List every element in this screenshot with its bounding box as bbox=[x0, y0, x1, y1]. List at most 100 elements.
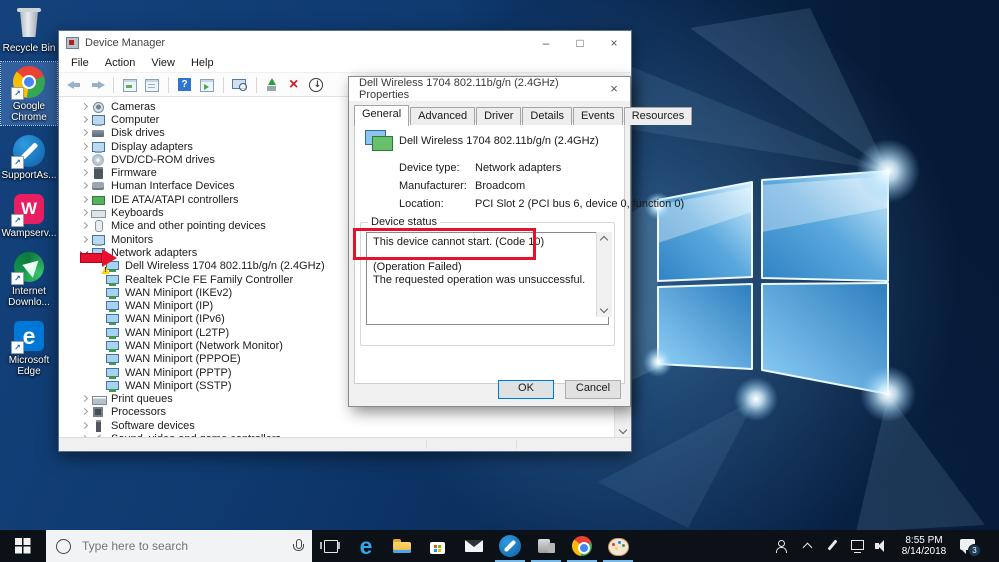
desktop-icon-google-chrome[interactable]: Google Chrome bbox=[0, 61, 58, 126]
start-button[interactable] bbox=[0, 530, 46, 562]
idm-icon bbox=[11, 250, 46, 285]
desktop-icon-wampserver[interactable]: Wampserv... bbox=[1, 189, 57, 241]
camera-icon bbox=[91, 101, 106, 113]
maximize-icon[interactable]: □ bbox=[563, 32, 597, 54]
search-input[interactable] bbox=[80, 538, 284, 554]
menu-action[interactable]: Action bbox=[97, 57, 144, 69]
tab-driver[interactable]: Driver bbox=[476, 107, 522, 125]
desktop-icon-idm[interactable]: Internet Downlo... bbox=[1, 247, 57, 310]
chevron-right-icon[interactable] bbox=[79, 101, 91, 113]
scan-hardware-icon[interactable] bbox=[230, 76, 250, 94]
chevron-right-icon[interactable] bbox=[79, 393, 91, 405]
pen-icon[interactable] bbox=[825, 538, 841, 554]
menu-file[interactable]: File bbox=[63, 57, 97, 69]
taskbar-supportassist[interactable] bbox=[492, 530, 528, 562]
taskbar-edge[interactable] bbox=[348, 530, 384, 562]
clock-time: 8:55 PM bbox=[905, 534, 943, 546]
taskbar-mail[interactable] bbox=[456, 530, 492, 562]
back-icon[interactable] bbox=[65, 76, 85, 94]
taskbar-buttons bbox=[312, 530, 636, 562]
field-label: Location: bbox=[399, 198, 444, 210]
shortcut-arrow-icon bbox=[11, 214, 24, 227]
status-scrollbar[interactable] bbox=[596, 232, 612, 317]
tab-details[interactable]: Details bbox=[522, 107, 573, 125]
forward-icon[interactable] bbox=[87, 76, 107, 94]
help-icon[interactable] bbox=[175, 76, 195, 94]
chevron-right-icon[interactable] bbox=[79, 114, 91, 126]
network-icon bbox=[105, 313, 120, 326]
supportassist-icon bbox=[498, 534, 522, 558]
desktop-icon-supportassist[interactable]: SupportAs... bbox=[1, 131, 57, 183]
people-icon[interactable] bbox=[775, 538, 791, 554]
notification-badge: 3 bbox=[968, 543, 981, 557]
tree-item[interactable]: Processors bbox=[59, 406, 615, 419]
close-icon[interactable]: × bbox=[597, 32, 631, 54]
dialog-titlebar[interactable]: Dell Wireless 1704 802.11b/g/n (2.4GHz) … bbox=[349, 77, 630, 101]
chevron-right-icon[interactable] bbox=[79, 180, 91, 192]
update-driver-icon[interactable] bbox=[263, 76, 283, 94]
desktop: Recycle Bin Google Chrome SupportAs... Wamp… bbox=[0, 0, 999, 562]
menu-help[interactable]: Help bbox=[183, 57, 222, 69]
tree-item-label: Realtek PCIe FE Family Controller bbox=[125, 273, 294, 286]
desktop-icon-microsoft-edge[interactable]: Microsoft Edge bbox=[1, 316, 57, 379]
tab-advanced[interactable]: Advanced bbox=[410, 107, 476, 125]
network-icon bbox=[105, 380, 120, 392]
chevron-right-icon[interactable] bbox=[79, 406, 91, 418]
microsoft-edge-icon bbox=[11, 319, 46, 354]
chevron-right-icon[interactable] bbox=[79, 194, 91, 206]
chevron-right-icon[interactable] bbox=[79, 220, 91, 232]
chevron-right-icon[interactable] bbox=[79, 207, 91, 219]
chrome-icon bbox=[570, 534, 594, 558]
chevron-up-icon[interactable] bbox=[800, 538, 816, 554]
chevron-right-icon[interactable] bbox=[79, 141, 91, 153]
taskbar-chrome[interactable] bbox=[564, 530, 600, 562]
taskbar-clock[interactable]: 8:55 PM 8/14/2018 bbox=[900, 535, 948, 558]
action-center-icon[interactable]: 3 bbox=[960, 538, 981, 557]
properties-icon[interactable] bbox=[142, 76, 162, 94]
chevron-right-icon[interactable] bbox=[79, 127, 91, 139]
tree-item[interactable]: Software devices bbox=[59, 419, 615, 432]
chevron-right-icon[interactable] bbox=[79, 420, 91, 432]
computer-icon bbox=[91, 114, 106, 126]
tree-item-label: WAN Miniport (PPTP) bbox=[125, 366, 232, 379]
dialog-close-icon[interactable]: × bbox=[604, 77, 624, 101]
desktop-icon-recycle-bin[interactable]: Recycle Bin bbox=[1, 4, 57, 56]
taskbar-task-view[interactable] bbox=[312, 530, 348, 562]
dm-titlebar[interactable]: Device Manager – □ × bbox=[59, 31, 631, 54]
annotation-box bbox=[353, 228, 536, 260]
console-window-icon[interactable] bbox=[120, 76, 140, 94]
taskbar-store[interactable] bbox=[420, 530, 456, 562]
tab-resources[interactable]: Resources bbox=[623, 107, 693, 125]
chevron-right-icon[interactable] bbox=[79, 234, 91, 246]
taskbar-paint[interactable] bbox=[600, 530, 636, 562]
field-label: Device type: bbox=[399, 162, 460, 174]
uninstall-icon[interactable] bbox=[285, 76, 305, 94]
disable-device-icon[interactable] bbox=[307, 76, 327, 94]
taskbar-search[interactable] bbox=[46, 530, 312, 562]
disk-icon bbox=[91, 127, 106, 139]
desktop-icons: Recycle Bin Google Chrome SupportAs... Wamp… bbox=[0, 4, 58, 385]
network-tray-icon[interactable] bbox=[850, 538, 866, 554]
chevron-right-icon[interactable] bbox=[79, 167, 91, 179]
menu-view[interactable]: View bbox=[143, 57, 183, 69]
minimize-icon[interactable]: – bbox=[529, 32, 563, 54]
taskbar-file-explorer[interactable] bbox=[384, 530, 420, 562]
ok-button[interactable]: OK bbox=[498, 380, 554, 399]
cancel-button[interactable]: Cancel bbox=[565, 380, 621, 399]
windows-logo-icon bbox=[15, 538, 31, 554]
tab-events[interactable]: Events bbox=[573, 107, 623, 125]
desktop-icon-label: SupportAs... bbox=[1, 170, 57, 181]
action-pane-icon[interactable] bbox=[197, 76, 217, 94]
chevron-right-icon[interactable] bbox=[79, 154, 91, 166]
tree-item-label: Software devices bbox=[111, 419, 195, 432]
tree-item-label: WAN Miniport (SSTP) bbox=[125, 379, 232, 392]
volume-icon[interactable] bbox=[875, 538, 891, 554]
taskbar-system-tool[interactable] bbox=[528, 530, 564, 562]
microphone-icon[interactable] bbox=[293, 539, 304, 553]
device-field-row: Device type: Network adapters bbox=[399, 162, 616, 174]
tab-general[interactable]: General bbox=[354, 105, 410, 126]
tree-item-label: Firmware bbox=[111, 167, 157, 180]
file-explorer-icon bbox=[390, 534, 414, 558]
device-name: Dell Wireless 1704 802.11b/g/n (2.4GHz) bbox=[399, 135, 599, 147]
mail-icon bbox=[462, 534, 486, 558]
